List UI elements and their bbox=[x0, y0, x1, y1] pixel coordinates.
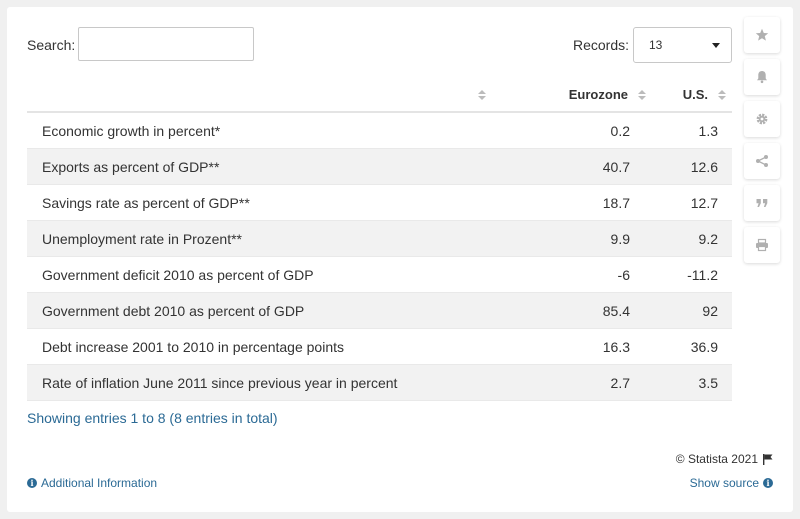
share-button[interactable] bbox=[744, 143, 780, 179]
show-source-text: Show source bbox=[689, 476, 759, 490]
eurozone-value: 85.4 bbox=[492, 292, 652, 329]
copyright-text: © Statista 2021 bbox=[675, 452, 758, 466]
row-label: Debt increase 2001 to 2010 in percentage… bbox=[27, 328, 492, 365]
favorite-button[interactable] bbox=[744, 17, 780, 53]
column-header-us-text: U.S. bbox=[682, 86, 708, 102]
bell-icon bbox=[757, 71, 767, 84]
share-icon bbox=[756, 155, 768, 167]
info-icon: i bbox=[763, 478, 773, 488]
row-label: Government deficit 2010 as percent of GD… bbox=[27, 256, 492, 293]
additional-information-text: Additional Information bbox=[41, 476, 158, 490]
settings-button[interactable] bbox=[744, 101, 780, 137]
print-icon bbox=[756, 238, 768, 252]
row-label: Rate of inflation June 2011 since previo… bbox=[27, 364, 492, 401]
sort-icon bbox=[718, 90, 726, 101]
records-label: Records: bbox=[573, 37, 630, 53]
us-value: 3.5 bbox=[652, 364, 732, 401]
us-value: 12.6 bbox=[652, 148, 732, 185]
notification-button[interactable] bbox=[744, 59, 780, 95]
print-button[interactable] bbox=[744, 227, 780, 263]
show-source-link[interactable]: Show source i bbox=[690, 476, 773, 490]
additional-information-link[interactable]: i Additional Information bbox=[27, 476, 157, 490]
chevron-down-icon bbox=[712, 43, 720, 48]
records-select[interactable]: 13 bbox=[633, 27, 732, 63]
us-value: 36.9 bbox=[652, 328, 732, 365]
row-label: Unemployment rate in Prozent** bbox=[27, 220, 492, 257]
table-row: Government deficit 2010 as percent of GD… bbox=[27, 256, 732, 293]
row-label: Exports as percent of GDP** bbox=[27, 148, 492, 185]
eurozone-value: 0.2 bbox=[492, 112, 652, 149]
data-table: Eurozone U.S. Economic growth in percent… bbox=[27, 77, 732, 401]
row-label: Savings rate as percent of GDP** bbox=[27, 184, 492, 221]
entries-summary: Showing entries 1 to 8 (8 entries in tot… bbox=[27, 410, 278, 426]
eurozone-value: 16.3 bbox=[492, 328, 652, 365]
search-label: Search: bbox=[27, 37, 76, 53]
side-toolbar bbox=[744, 17, 780, 269]
table-row: Rate of inflation June 2011 since previo… bbox=[27, 364, 732, 401]
table-row: Unemployment rate in Prozent** 9.9 9.2 bbox=[27, 220, 732, 257]
table-row: Exports as percent of GDP** 40.7 12.6 bbox=[27, 148, 732, 185]
table-row: Savings rate as percent of GDP** 18.7 12… bbox=[27, 184, 732, 221]
eurozone-value: 2.7 bbox=[492, 364, 652, 401]
sort-icon bbox=[478, 90, 486, 101]
sort-icon bbox=[638, 90, 646, 101]
flag-icon bbox=[763, 453, 773, 465]
column-header-label[interactable] bbox=[27, 77, 492, 113]
cite-button[interactable] bbox=[744, 185, 780, 221]
us-value: -11.2 bbox=[652, 256, 732, 293]
copyright[interactable]: © Statista 2021 bbox=[676, 452, 773, 466]
eurozone-value: 40.7 bbox=[492, 148, 652, 185]
eurozone-value: -6 bbox=[492, 256, 652, 293]
search-input[interactable] bbox=[78, 27, 254, 61]
us-value: 9.2 bbox=[652, 220, 732, 257]
gear-icon bbox=[756, 113, 768, 125]
column-header-eurozone-text: Eurozone bbox=[568, 86, 628, 102]
table-row: Debt increase 2001 to 2010 in percentage… bbox=[27, 328, 732, 365]
info-icon: i bbox=[27, 478, 37, 488]
us-value: 12.7 bbox=[652, 184, 732, 221]
eurozone-value: 18.7 bbox=[492, 184, 652, 221]
us-value: 1.3 bbox=[652, 112, 732, 149]
row-label: Government debt 2010 as percent of GDP bbox=[27, 292, 492, 329]
star-icon bbox=[755, 28, 769, 41]
table-row: Government debt 2010 as percent of GDP 8… bbox=[27, 292, 732, 329]
records-value: 13 bbox=[649, 38, 663, 52]
table-row: Economic growth in percent* 0.2 1.3 bbox=[27, 112, 732, 149]
us-value: 92 bbox=[652, 292, 732, 329]
quote-icon bbox=[756, 199, 768, 207]
column-header-us[interactable]: U.S. bbox=[652, 77, 732, 113]
column-header-eurozone[interactable]: Eurozone bbox=[492, 77, 652, 113]
eurozone-value: 9.9 bbox=[492, 220, 652, 257]
row-label: Economic growth in percent* bbox=[27, 112, 492, 149]
